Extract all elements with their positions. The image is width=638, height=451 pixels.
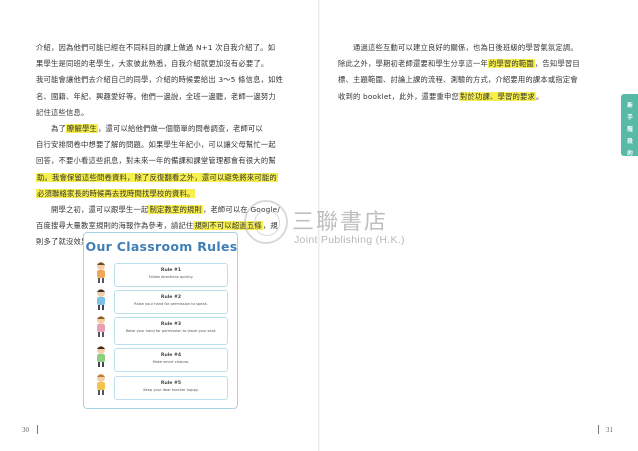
rule-number: Rule #2 [160, 295, 182, 300]
rule-number: Rule #4 [160, 353, 182, 358]
book-spread: 介紹，因為他們可能已經在不同科目的課上做過 N+1 次自我介紹了。如 果學生是同… [0, 0, 638, 451]
text-line: 名、國籍、年紀、興趣愛好等。他們一邊說，全班一邊聽，老師一邊努力 [36, 91, 276, 101]
rule-card: Rule #2 Raise your hand for permission t… [114, 290, 228, 314]
text-span: ，告知學習目 [534, 59, 580, 69]
text-line: 標、主題範圍、討論上課的流程、測驗的方式，介紹要用的課本或指定會 [338, 75, 578, 85]
text-span: ，還可以給他們做一個簡單的問卷調查，老師可以 [98, 124, 263, 134]
text-line: 為了瞭解學生，還可以給他們做一個簡單的問卷調查，老師可以 [36, 121, 288, 137]
highlighted-text: 的學習的範圍 [487, 59, 535, 69]
kid-illustration [94, 261, 108, 283]
rule-card: Rule #1 Follow directions quickly. [114, 263, 228, 287]
text-line: 自行安排問卷中想要了解的問題。如果學生年紀小，可以讓父母幫忙一起 [36, 140, 276, 150]
highlighted-text: 助。我會保留這些問卷資料，除了反復翻看之外，還可以避免將來可能的 [36, 172, 278, 182]
text-line: 必須聯絡家長的時候再去找時間找學校的資料。 [36, 186, 288, 202]
side-tab-char: 手 [627, 115, 633, 121]
text-span: 開學之初，還可以跟學生一起 [36, 205, 149, 215]
text-line: 收到的 booklet，此外，還要重申您對於功課、學習的要求。 [338, 89, 600, 105]
kid-illustration [94, 373, 108, 395]
text-span: 百度搜尋大量教室規則的海報作為參考，請記住 [36, 221, 194, 231]
right-page-body: 通過這些互動可以建立良好的關係，也為日後班級的學習氣氛定調。 除此之外，學期初老… [338, 40, 600, 105]
text-line: 助。我會保留這些問卷資料，除了反復翻看之外，還可以避免將來可能的 [36, 170, 288, 186]
highlighted-text: 瞭解學生 [66, 124, 98, 134]
text-span: 為了 [36, 124, 66, 134]
page-number-right: 31 [606, 426, 613, 434]
kid-illustration [94, 288, 108, 310]
highlighted-text: 對於功課、學習的要求 [459, 91, 537, 101]
rule-number: Rule #5 [160, 381, 182, 386]
rule-card: Rule #4 Make smart choices. [114, 348, 228, 372]
rule-text: Keep your dear teacher happy. [143, 388, 199, 392]
rule-text: Raise your hand for permission to speak. [134, 302, 208, 306]
watermark-english: Joint Publishing (H.K.) [294, 234, 405, 246]
text-span: 。 [536, 91, 544, 101]
text-line: 介紹，因為他們可能已經在不同科目的課上做過 N+1 次自我介紹了。如 [36, 43, 276, 52]
rule-card: Rule #3 Raise your hand for permission t… [114, 317, 228, 345]
page-number-left: 30 [22, 426, 29, 434]
highlighted-text: 制定教室的規則 [148, 205, 203, 215]
page-number-divider [37, 425, 38, 434]
text-line: 記住這些信息。 [36, 107, 89, 117]
text-line: 回答，不要小看這些訊息，對未來一年的備課和課堂管理都會有很大的幫 [36, 156, 276, 166]
side-tab-char: 階 [627, 127, 633, 133]
highlighted-text: 必須聯絡家長的時候再去找時間找學校的資料。 [36, 188, 196, 198]
rule-text: Raise your hand for permission to leave … [125, 329, 217, 333]
text-span: 收到的 booklet，此外，還要重申您 [338, 91, 460, 101]
text-span: 除此之外，學期初老師還要和學生分享這一年 [338, 59, 488, 69]
publisher-seal-icon [244, 200, 288, 244]
kid-illustration [94, 315, 108, 337]
rule-number: Rule #3 [160, 322, 182, 327]
watermark-chinese: 三聯書店 [292, 210, 389, 235]
kid-illustration [94, 345, 108, 367]
text-line: 果學生是同班的老學生，大家彼此熟悉，自我介紹就更加沒有必要了。 [36, 59, 269, 69]
text-line: 除此之外，學期初老師還要和學生分享這一年的學習的範圍，告知學習目 [338, 56, 600, 72]
classroom-rules-poster: Our Classroom Rules Rule #1 Follow direc… [83, 232, 238, 409]
rule-text: Follow directions quickly. [148, 275, 194, 279]
rule-text: Make smart choices. [152, 360, 190, 364]
side-tab-label: 新 手 階 段 的 [626, 100, 634, 160]
rule-card: Rule #5 Keep your dear teacher happy. [114, 376, 228, 400]
text-line: 通過這些互動可以建立良好的關係，也為日後班級的學習氣氛定調。 [338, 43, 578, 52]
page-number-divider [598, 425, 599, 434]
side-tab-char: 新 [627, 103, 633, 109]
poster-title: Our Classroom Rules [85, 239, 238, 254]
side-tab-char: 段 [627, 139, 633, 145]
rule-number: Rule #1 [160, 268, 182, 273]
text-line: 我可能會讓他們去介紹自己的同學，介紹的時候要給出 3～5 條信息，如姓 [36, 75, 284, 85]
side-tab-char: 的 [627, 151, 633, 157]
